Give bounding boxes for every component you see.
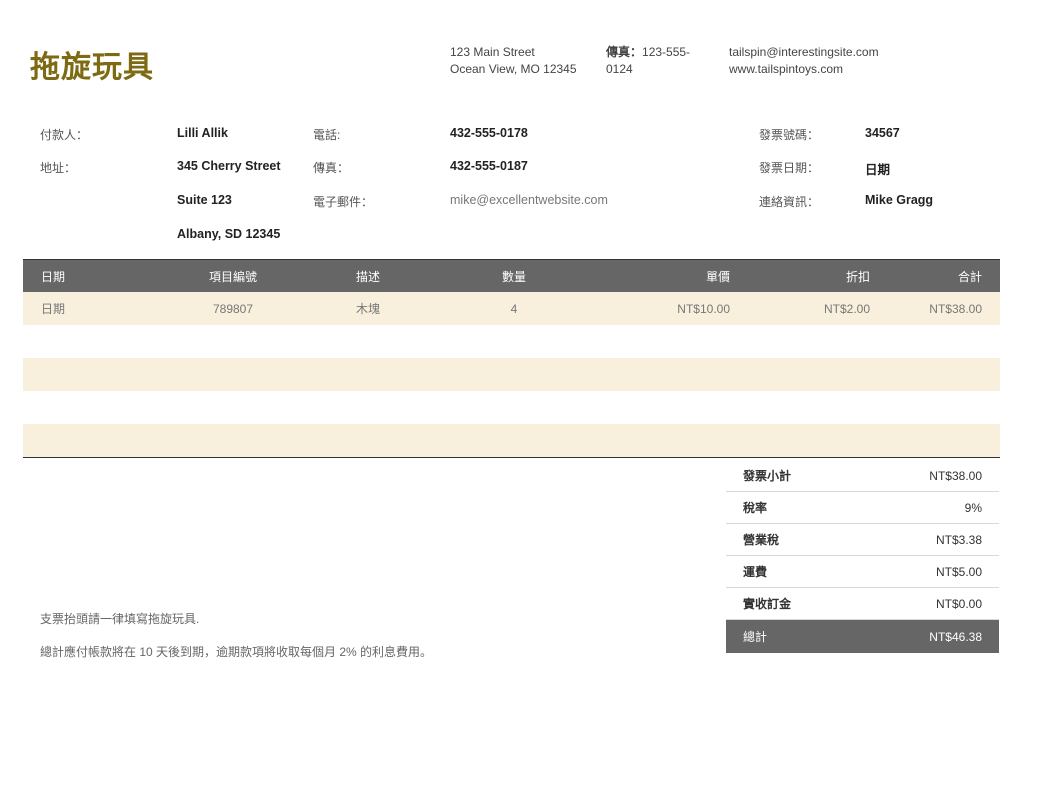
- col-header-total: 合計: [957, 269, 982, 284]
- company-fax: 傳真：123-555- 0124: [606, 44, 690, 78]
- cell-unit-price: NT$10.00: [677, 301, 730, 316]
- terms-note: 總計應付帳款將在 10 天後到期，逾期款項將收取每個月 2% 的利息費用。: [40, 645, 433, 659]
- invoice-number-label: 發票號碼：: [759, 128, 820, 142]
- payer-label: 付款人：: [40, 128, 89, 142]
- email-value: mike@excellentwebsite.com: [450, 193, 608, 207]
- cell-quantity: 4: [510, 301, 518, 316]
- table-row: [23, 325, 1000, 358]
- invoice-date-label: 發票日期：: [759, 161, 820, 175]
- billing-address-line3: Albany, SD 12345: [177, 227, 281, 241]
- tax-rate-label: 稅率: [743, 501, 768, 515]
- col-header-item-no: 項目編號: [208, 269, 257, 284]
- table-row: [23, 391, 1000, 424]
- cell-total: NT$38.00: [929, 301, 982, 316]
- company-fax-label: 傳真：: [606, 45, 643, 59]
- sales-tax-row: 營業稅 NT$3.38: [726, 524, 999, 556]
- company-address-line2: Ocean View, MO 12345: [450, 62, 577, 76]
- contact-value: Mike Gragg: [865, 193, 934, 207]
- company-fax-value-line2: 0124: [606, 62, 633, 76]
- col-header-discount: 折扣: [845, 269, 870, 284]
- company-email: tailspin@interestingsite.com: [729, 45, 879, 59]
- deposit-row: 實收訂金 NT$0.00: [726, 588, 999, 620]
- shipping-label: 運費: [743, 565, 768, 579]
- phone-value: 432-555-0178: [450, 126, 528, 140]
- shipping-value: NT$5.00: [935, 564, 982, 579]
- table-bottom-rule: [23, 457, 1000, 458]
- grand-total-value: NT$46.38: [929, 629, 982, 644]
- fax-value: 432-555-0187: [450, 159, 528, 173]
- fax-label: 傳真：: [313, 161, 350, 175]
- col-header-unit-price: 單價: [705, 269, 730, 284]
- shipping-row: 運費 NT$5.00: [726, 556, 999, 588]
- sales-tax-label: 營業稅: [743, 533, 780, 547]
- deposit-value: NT$0.00: [935, 596, 982, 611]
- table-row: 日期 789807 木塊 4 NT$10.00 NT$2.00 NT$38.00: [23, 292, 1000, 325]
- email-label: 電子郵件：: [313, 195, 374, 209]
- invoice-number-value: 34567: [865, 126, 900, 140]
- totals-panel: 發票小計 NT$38.00 稅率 9% 營業稅 NT$3.38 運費 NT$5.…: [726, 460, 999, 653]
- company-address-line1: 123 Main Street: [450, 45, 535, 59]
- table-header: 日期 項目編號 描述 數量 單價 折扣 合計: [23, 259, 1000, 292]
- cell-date: 日期: [41, 302, 66, 316]
- invoice-date-value: 日期: [865, 163, 891, 177]
- col-header-date: 日期: [41, 269, 66, 284]
- phone-label: 電話:: [313, 128, 341, 142]
- billing-address-line1: 345 Cherry Street: [177, 159, 281, 173]
- company-name: 拖旋玩具: [30, 50, 154, 85]
- company-address: 123 Main Street Ocean View, MO 12345: [450, 44, 577, 78]
- company-fax-value-line1: 123-555-: [642, 45, 691, 59]
- cell-item-no: 789807: [212, 301, 254, 316]
- cell-description: 木塊: [355, 302, 380, 316]
- col-header-quantity: 數量: [501, 269, 526, 284]
- payable-note: 支票抬頭請一律填寫拖旋玩具.: [40, 612, 200, 626]
- cell-discount: NT$2.00: [823, 301, 870, 316]
- payer-name: Lilli Allik: [177, 126, 228, 140]
- contact-label: 連絡資訊：: [759, 195, 820, 209]
- tax-rate-row: 稅率 9%: [726, 492, 999, 524]
- table-row: [23, 358, 1000, 391]
- address-label: 地址：: [40, 161, 77, 175]
- grand-total-label: 總計: [743, 630, 768, 644]
- sales-tax-value: NT$3.38: [935, 532, 982, 547]
- billing-address-line2: Suite 123: [177, 193, 232, 207]
- line-items-table: 日期 項目編號 描述 數量 單價 折扣 合計 日期 789807 木塊 4 NT…: [23, 259, 1000, 458]
- tax-rate-value: 9%: [964, 500, 982, 515]
- grand-total-row: 總計 NT$46.38: [726, 620, 999, 653]
- subtotal-value: NT$38.00: [929, 468, 982, 483]
- col-header-description: 描述: [355, 269, 380, 284]
- subtotal-label: 發票小計: [743, 469, 792, 483]
- deposit-label: 實收訂金: [743, 597, 792, 611]
- subtotal-row: 發票小計 NT$38.00: [726, 460, 999, 492]
- company-website: www.tailspintoys.com: [729, 62, 844, 76]
- company-contact: tailspin@interestingsite.com www.tailspi…: [729, 44, 879, 78]
- table-row: [23, 424, 1000, 457]
